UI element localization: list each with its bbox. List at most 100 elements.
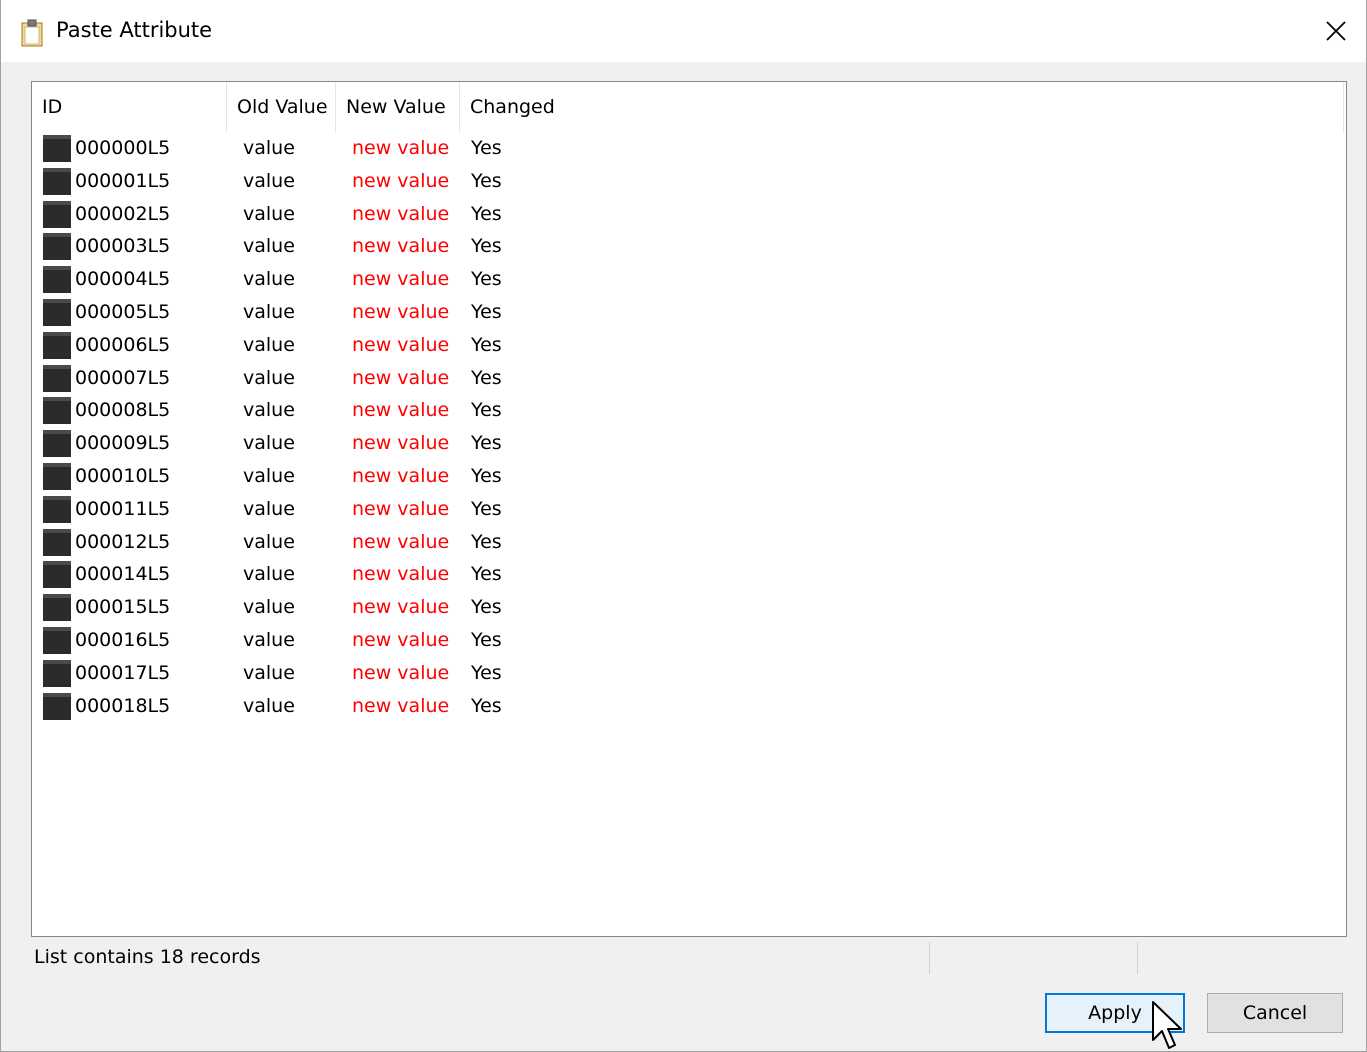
cell-old-value: value: [243, 596, 295, 619]
cell-changed: Yes: [471, 596, 502, 619]
column-header-old-value[interactable]: Old Value: [227, 82, 336, 132]
cancel-button[interactable]: Cancel: [1207, 993, 1343, 1033]
cell-new-value: new value: [352, 399, 450, 422]
cell-old-value: value: [243, 366, 295, 389]
paste-attribute-dialog: Paste Attribute ID Old Value New Value C…: [0, 0, 1367, 1052]
column-header-id[interactable]: ID: [32, 82, 227, 132]
cell-old-value: value: [243, 465, 295, 487]
cell-id: 000007L5: [75, 366, 171, 389]
cell-id: 000005L5: [75, 301, 171, 323]
table-row[interactable]: 000009L5 value new value Yes: [32, 427, 1342, 460]
cell-old-value: value: [243, 235, 295, 258]
table-row[interactable]: 000018L5 value new value Yes: [32, 690, 1342, 723]
cell-changed: Yes: [471, 268, 502, 291]
close-button[interactable]: [1306, 0, 1366, 62]
table-row[interactable]: 000002L5 value new value Yes: [32, 198, 1342, 231]
cell-new-value: new value: [352, 235, 450, 258]
cell-changed: Yes: [471, 465, 502, 487]
cell-old-value: value: [243, 629, 295, 651]
cell-old-value: value: [243, 202, 295, 225]
cell-new-value: new value: [352, 202, 450, 225]
cell-changed: Yes: [471, 202, 502, 225]
table-row[interactable]: 000001L5 value new value Yes: [32, 165, 1342, 198]
cell-old-value: value: [243, 661, 295, 684]
cell-new-value: new value: [352, 629, 450, 651]
object-icon: [43, 561, 71, 589]
cell-old-value: value: [243, 169, 295, 192]
table-row[interactable]: 000016L5 value new value Yes: [32, 624, 1342, 657]
cell-id: 000002L5: [75, 202, 171, 225]
cell-id: 000003L5: [75, 235, 171, 258]
cell-new-value: new value: [352, 465, 450, 487]
object-icon: [43, 331, 71, 359]
status-text: List contains 18 records: [34, 946, 261, 968]
cell-old-value: value: [243, 268, 295, 291]
object-icon: [43, 627, 71, 654]
object-icon: [43, 594, 71, 622]
column-header-changed[interactable]: Changed: [460, 82, 1344, 132]
cell-changed: Yes: [471, 333, 502, 356]
object-icon: [43, 167, 71, 195]
cell-new-value: new value: [352, 432, 450, 455]
cell-id: 000008L5: [75, 399, 171, 422]
records-list[interactable]: ID Old Value New Value Changed 000000L5 v…: [31, 81, 1347, 937]
dialog-title: Paste Attribute: [56, 18, 213, 42]
cell-id: 000004L5: [75, 268, 171, 291]
object-icon: [43, 233, 71, 261]
table-row[interactable]: 000008L5 value new value Yes: [32, 394, 1342, 427]
table-row[interactable]: 000012L5 value new value Yes: [32, 526, 1342, 559]
cell-new-value: new value: [352, 596, 450, 619]
object-icon: [43, 659, 71, 687]
object-icon: [43, 430, 71, 458]
cell-changed: Yes: [471, 661, 502, 684]
cell-changed: Yes: [471, 169, 502, 192]
cell-changed: Yes: [471, 432, 502, 455]
object-icon: [43, 364, 71, 392]
cell-id: 000011L5: [75, 497, 171, 520]
table-row[interactable]: 000015L5 value new value Yes: [32, 591, 1342, 624]
cell-new-value: new value: [352, 563, 450, 586]
status-bar: List contains 18 records: [31, 940, 1347, 978]
cell-old-value: value: [243, 333, 295, 356]
cell-old-value: value: [243, 563, 295, 586]
cell-id: 000009L5: [75, 432, 171, 455]
cell-id: 000001L5: [75, 169, 171, 192]
table-row[interactable]: 000011L5 value new value Yes: [32, 493, 1342, 526]
table-row[interactable]: 000000L5 value new value Yes: [32, 132, 1342, 165]
object-icon: [43, 495, 71, 523]
cell-new-value: new value: [352, 169, 450, 192]
cell-changed: Yes: [471, 235, 502, 258]
table-row[interactable]: 000003L5 value new value Yes: [32, 230, 1342, 263]
cell-changed: Yes: [471, 137, 502, 159]
cell-changed: Yes: [471, 301, 502, 323]
cell-new-value: new value: [352, 301, 450, 323]
cell-id: 000010L5: [75, 465, 171, 487]
cell-id: 000000L5: [75, 137, 171, 159]
cell-new-value: new value: [352, 137, 450, 159]
cell-new-value: new value: [352, 530, 450, 553]
table-row[interactable]: 000007L5 value new value Yes: [32, 362, 1342, 395]
cell-changed: Yes: [471, 629, 502, 651]
status-separator: [1137, 942, 1138, 974]
cell-changed: Yes: [471, 497, 502, 520]
cell-changed: Yes: [471, 694, 502, 717]
cell-changed: Yes: [471, 366, 502, 389]
table-row[interactable]: 000017L5 value new value Yes: [32, 657, 1342, 690]
table-row[interactable]: 000006L5 value new value Yes: [32, 329, 1342, 362]
cell-old-value: value: [243, 301, 295, 323]
object-icon: [43, 528, 71, 556]
cell-old-value: value: [243, 137, 295, 159]
cell-new-value: new value: [352, 661, 450, 684]
table-row[interactable]: 000005L5 value new value Yes: [32, 296, 1342, 329]
cell-old-value: value: [243, 497, 295, 520]
table-row[interactable]: 000010L5 value new value Yes: [32, 460, 1342, 493]
cell-id: 000015L5: [75, 596, 171, 619]
title-bar[interactable]: Paste Attribute: [1, 0, 1366, 62]
table-row[interactable]: 000004L5 value new value Yes: [32, 263, 1342, 296]
column-header-new-value[interactable]: New Value: [336, 82, 460, 132]
cell-new-value: new value: [352, 497, 450, 520]
object-icon: [43, 299, 71, 326]
cell-old-value: value: [243, 694, 295, 717]
table-row[interactable]: 000014L5 value new value Yes: [32, 558, 1342, 591]
clipboard-icon: [21, 19, 43, 47]
